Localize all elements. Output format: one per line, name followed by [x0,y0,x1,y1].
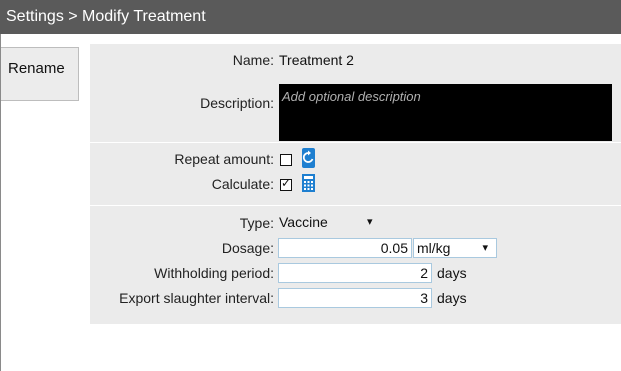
checkmark-icon: ✓ [281,176,292,190]
export-slaughter-unit: days [437,290,467,306]
type-select[interactable]: Vaccine ▾ [279,213,383,233]
calculate-label: Calculate: [211,176,274,192]
calculator-icon[interactable] [302,174,315,192]
caret-down-icon: ▾ [367,216,373,228]
refresh-icon[interactable] [302,148,315,168]
export-slaughter-interval-input[interactable]: 3 [278,288,432,308]
dosage-input[interactable]: 0.05 [278,238,412,258]
name-value: Treatment 2 [279,52,354,68]
repeat-amount-checkbox[interactable] [280,154,292,166]
rename-button[interactable]: Rename [1,47,79,101]
description-label: Description: [200,95,274,111]
type-select-value: Vaccine [279,214,328,230]
caret-down-icon: ▾ [482,242,488,254]
dosage-unit-value: ml/kg [417,240,451,256]
dosage-label: Dosage: [221,240,274,256]
description-input[interactable]: Add optional description [279,84,612,141]
repeat-amount-label: Repeat amount: [174,151,274,167]
withholding-period-input[interactable]: 2 [278,263,432,283]
withholding-unit: days [437,265,467,281]
type-label: Type: [239,215,274,231]
calculate-checkbox[interactable]: ✓ [280,176,292,191]
name-label: Name: [232,52,274,68]
dosage-unit-select[interactable]: ml/kg ▾ [413,238,497,258]
page-title: Settings > Modify Treatment [0,0,621,34]
export-slaughter-interval-label: Export slaughter interval: [119,290,274,306]
options-section [90,143,621,205]
withholding-period-label: Withholding period: [154,265,274,281]
